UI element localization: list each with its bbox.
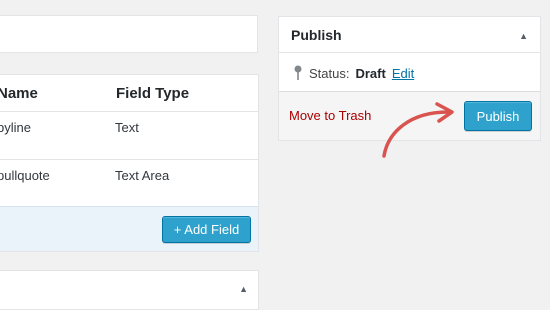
collapsed-metabox: ▲	[0, 270, 259, 310]
field-type: Text	[115, 120, 139, 135]
add-field-button[interactable]: + Add Field	[162, 216, 251, 243]
status-row: Status: Draft Edit	[293, 65, 414, 81]
column-header-name: Name	[0, 85, 38, 102]
column-header-field-type: Field Type	[116, 85, 190, 102]
field-name[interactable]: pullquote	[0, 168, 50, 183]
header-divider	[0, 111, 258, 112]
status-label: Status:	[309, 65, 350, 81]
fields-table: Name Field Type byline Text pullquote Te…	[0, 74, 259, 252]
publish-box-title: Publish	[291, 27, 342, 43]
triangle-up-icon[interactable]: ▲	[239, 284, 248, 294]
title-divider	[279, 52, 540, 53]
pin-icon	[293, 65, 303, 81]
move-to-trash-link[interactable]: Move to Trash	[289, 108, 371, 123]
publish-button[interactable]: Publish	[464, 101, 532, 131]
row-divider	[0, 159, 258, 160]
publish-metabox: Publish ▲ Status: Draft Edit Move to Tra…	[278, 16, 541, 141]
status-value: Draft	[355, 65, 386, 81]
field-type: Text Area	[115, 168, 170, 183]
edit-status-link[interactable]: Edit	[392, 66, 414, 81]
title-input[interactable]	[0, 15, 258, 53]
field-name[interactable]: byline	[0, 120, 31, 135]
triangle-up-icon[interactable]: ▲	[519, 31, 528, 41]
publish-actions: Move to Trash Publish	[279, 91, 540, 140]
table-footer: + Add Field	[0, 206, 258, 251]
